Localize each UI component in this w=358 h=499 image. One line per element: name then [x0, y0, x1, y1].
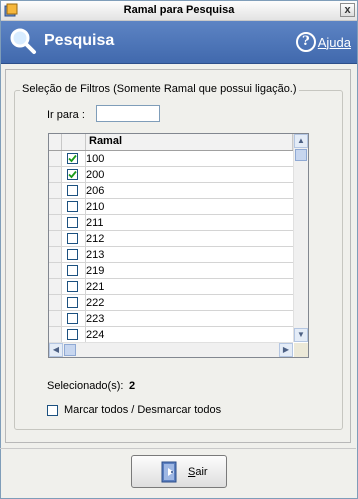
table-row[interactable]: 221 [49, 279, 293, 295]
table-row[interactable]: 210 [49, 199, 293, 215]
scroll-up-button[interactable]: ▲ [294, 134, 308, 148]
help-label: Ajuda [317, 34, 351, 50]
row-checkbox[interactable] [67, 233, 78, 244]
table-row[interactable]: 211 [49, 215, 293, 231]
scroll-down-button[interactable]: ▼ [294, 328, 308, 342]
ramal-cell: 219 [86, 265, 105, 277]
ramal-cell: 210 [86, 201, 105, 213]
ramal-cell: 212 [86, 233, 105, 245]
check-icon [68, 170, 77, 179]
ramal-cell: 221 [86, 281, 105, 293]
help-link[interactable]: ? Ajuda [295, 31, 351, 53]
check-column-header[interactable] [62, 134, 86, 150]
table-row[interactable]: 100 [49, 151, 293, 167]
row-check-cell[interactable] [61, 167, 86, 182]
ramal-cell: 100 [86, 153, 105, 165]
table-row[interactable]: 219 [49, 263, 293, 279]
mark-all-label: Marcar todos / Desmarcar todos [64, 404, 222, 416]
grid-rows: 100 200 206 210 211 212 213 219 221 222 223 224 [49, 151, 293, 343]
table-row[interactable]: 223 [49, 311, 293, 327]
mark-all-checkbox[interactable] [47, 404, 58, 416]
scroll-corner [294, 343, 308, 357]
row-check-cell[interactable] [61, 295, 86, 310]
row-check-cell[interactable] [61, 151, 86, 166]
row-check-cell[interactable] [61, 199, 86, 214]
row-checkbox[interactable] [67, 249, 78, 260]
row-check-cell[interactable] [61, 263, 86, 278]
ramal-column-header[interactable]: Ramal [86, 134, 293, 150]
ramal-cell: 224 [86, 329, 105, 341]
ramal-cell: 206 [86, 185, 105, 197]
vertical-scroll-thumb[interactable] [295, 149, 307, 161]
row-checkbox[interactable] [67, 201, 78, 212]
table-row[interactable]: 224 [49, 327, 293, 343]
row-checkbox[interactable] [67, 329, 78, 340]
row-check-cell[interactable] [61, 311, 86, 326]
selected-count: 2 [129, 380, 136, 392]
row-checkbox[interactable] [67, 297, 78, 308]
close-button[interactable]: x [340, 3, 355, 17]
goto-label: Ir para : [47, 109, 85, 121]
selected-label: Selecionado(s): [47, 380, 124, 392]
row-checkbox[interactable] [67, 185, 78, 196]
table-row[interactable]: 212 [49, 231, 293, 247]
row-checkbox[interactable] [67, 265, 78, 276]
table-row[interactable]: 200 [49, 167, 293, 183]
row-checkbox[interactable] [67, 217, 78, 228]
mark-all-toggle[interactable]: Marcar todos / Desmarcar todos [47, 404, 221, 416]
header-banner: Pesquisa ? Ajuda [1, 21, 357, 64]
help-icon: ? [295, 32, 316, 52]
row-checkbox[interactable] [67, 153, 78, 164]
check-icon [68, 154, 77, 163]
filter-legend: Seleção de Filtros (Somente Ramal que po… [20, 83, 299, 95]
search-icon [10, 28, 36, 54]
row-indicator-header [49, 134, 62, 150]
row-check-cell[interactable] [61, 327, 86, 342]
row-checkbox[interactable] [67, 169, 78, 180]
vertical-scrollbar[interactable]: ▲ ▼ [293, 134, 308, 342]
scroll-left-button[interactable]: ◀ [49, 343, 63, 357]
goto-input[interactable] [96, 105, 160, 122]
ramal-cell: 200 [86, 169, 105, 181]
ramal-cell: 223 [86, 313, 105, 325]
table-row[interactable]: 222 [49, 295, 293, 311]
title-bar[interactable]: Ramal para Pesquisa x [1, 1, 357, 21]
exit-door-icon [161, 461, 177, 483]
row-check-cell[interactable] [61, 231, 86, 246]
row-check-cell[interactable] [61, 215, 86, 230]
window-title: Ramal para Pesquisa [123, 4, 235, 16]
exit-label: Sair [188, 466, 208, 478]
row-check-cell[interactable] [61, 279, 86, 294]
row-checkbox[interactable] [67, 313, 78, 324]
table-row[interactable]: 206 [49, 183, 293, 199]
ramal-grid: Ramal 100 200 206 210 211 212 213 219 221 222 223 2… [48, 133, 309, 358]
ramal-cell: 213 [86, 249, 105, 261]
page-title: Pesquisa [44, 32, 115, 49]
ramal-cell: 211 [86, 217, 104, 229]
exit-button[interactable]: Sair [131, 455, 227, 488]
row-checkbox[interactable] [67, 281, 78, 292]
table-row[interactable]: 213 [49, 247, 293, 263]
ramal-cell: 222 [86, 297, 105, 309]
scroll-right-button[interactable]: ▶ [279, 343, 293, 357]
row-check-cell[interactable] [61, 247, 86, 262]
horizontal-scrollbar[interactable]: ◀ ▶ [49, 342, 293, 357]
footer-divider [0, 448, 356, 449]
grid-header: Ramal [49, 134, 293, 151]
horizontal-scroll-thumb[interactable] [64, 344, 76, 356]
row-check-cell[interactable] [61, 183, 86, 198]
